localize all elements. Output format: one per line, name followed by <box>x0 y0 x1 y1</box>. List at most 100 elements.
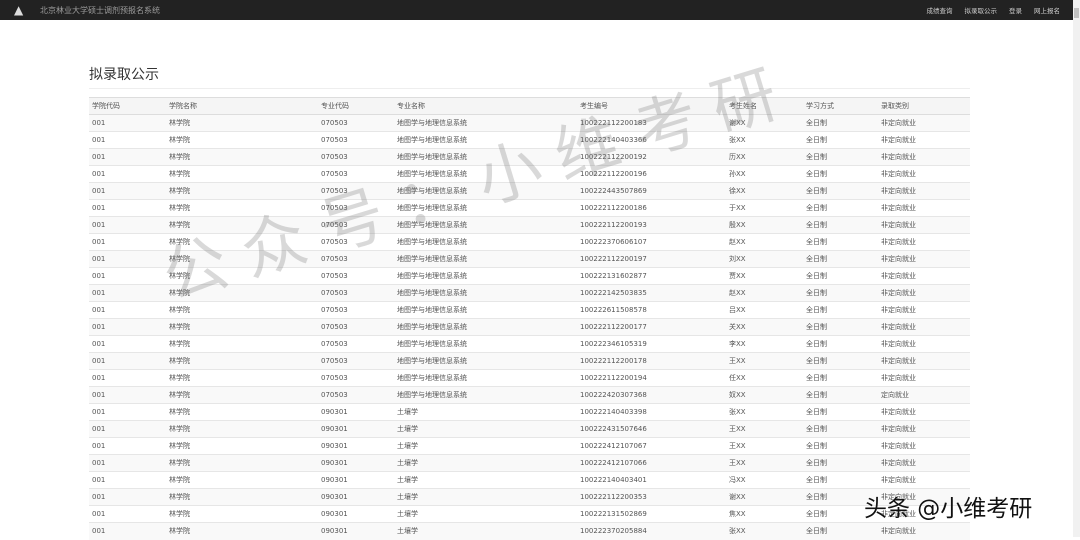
cell-college-name: 林学院 <box>166 182 318 200</box>
nav-score-query[interactable]: 成绩查询 <box>927 5 953 15</box>
cell-college-name: 林学院 <box>166 318 318 336</box>
cell-major-code: 090301 <box>318 488 394 506</box>
cell-study-mode: 全日制 <box>803 114 878 132</box>
cell-college-name: 林学院 <box>166 471 318 489</box>
cell-college-name: 林学院 <box>166 199 318 217</box>
nav-online-registration[interactable]: 网上报名 <box>1034 5 1060 15</box>
cell-admission-type: 非定向就业 <box>878 471 970 489</box>
cell-college-code: 001 <box>89 505 166 523</box>
table-row: 001 林学院 070503 地图学与地理信息系统 100222112200178 王XX… <box>89 352 970 370</box>
cell-college-name: 林学院 <box>166 335 318 353</box>
cell-study-mode: 全日制 <box>803 148 878 166</box>
cell-college-name: 林学院 <box>166 454 318 472</box>
cell-study-mode: 全日制 <box>803 403 878 421</box>
cell-candidate-id: 100222131502869 <box>577 505 726 523</box>
scrollbar[interactable] <box>1073 0 1080 537</box>
cell-college-code: 001 <box>89 131 166 149</box>
table-row: 001 林学院 070503 地图学与地理信息系统 100222112200192 历XX… <box>89 148 970 166</box>
cell-college-name: 林学院 <box>166 301 318 319</box>
header-college-code: 学院代码 <box>89 97 166 115</box>
nav-login[interactable]: 登录 <box>1009 5 1022 15</box>
cell-college-code: 001 <box>89 403 166 421</box>
table-row: 001 林学院 090301 土壤学 100222431507646 王XX 全日制 非定向就… <box>89 420 970 438</box>
cell-major-code: 070503 <box>318 335 394 353</box>
cell-study-mode: 全日制 <box>803 335 878 353</box>
cell-candidate-id: 100222412107067 <box>577 437 726 455</box>
university-logo-icon[interactable]: ▲ <box>14 3 30 17</box>
cell-candidate-name: 孙XX <box>726 165 803 183</box>
cell-candidate-id: 100222140403401 <box>577 471 726 489</box>
cell-candidate-name: 任XX <box>726 369 803 387</box>
cell-college-code: 001 <box>89 165 166 183</box>
cell-college-name: 林学院 <box>166 114 318 132</box>
header-admission-type: 录取类别 <box>878 97 970 115</box>
table-row: 001 林学院 090301 土壤学 100222412107066 王XX 全日制 非定向就… <box>89 454 970 472</box>
table-row: 001 林学院 090301 土壤学 100222412107067 王XX 全日制 非定向就… <box>89 437 970 455</box>
cell-college-code: 001 <box>89 301 166 319</box>
cell-major-name: 地图学与地理信息系统 <box>394 318 577 336</box>
cell-admission-type: 非定向就业 <box>878 267 970 285</box>
table-row: 001 林学院 070503 地图学与地理信息系统 100222112200194 任XX… <box>89 369 970 387</box>
cell-study-mode: 全日制 <box>803 420 878 438</box>
cell-candidate-id: 100222112200196 <box>577 165 726 183</box>
cell-college-name: 林学院 <box>166 386 318 404</box>
cell-candidate-id: 100222112200194 <box>577 369 726 387</box>
cell-admission-type: 非定向就业 <box>878 114 970 132</box>
cell-study-mode: 全日制 <box>803 369 878 387</box>
cell-candidate-name: 贾XX <box>726 267 803 285</box>
cell-college-name: 林学院 <box>166 369 318 387</box>
header-major-name: 专业名称 <box>394 97 577 115</box>
cell-admission-type: 定向就业 <box>878 386 970 404</box>
cell-candidate-name: 王XX <box>726 454 803 472</box>
table-row: 001 林学院 070503 地图学与地理信息系统 100222346105319 李XX… <box>89 335 970 353</box>
cell-major-code: 070503 <box>318 233 394 251</box>
cell-candidate-id: 100222346105319 <box>577 335 726 353</box>
cell-candidate-id: 100222370606107 <box>577 233 726 251</box>
brand-title[interactable]: 北京林业大学硕士调剂预报名系统 <box>40 5 160 16</box>
cell-candidate-name: 冯XX <box>726 471 803 489</box>
cell-candidate-name: 徐XX <box>726 182 803 200</box>
table-row: 001 林学院 090301 土壤学 100222112200353 谢XX 全日制 非定向就… <box>89 488 970 506</box>
cell-candidate-id: 100222140403398 <box>577 403 726 421</box>
nav-admission-notice[interactable]: 拟录取公示 <box>965 5 998 15</box>
cell-study-mode: 全日制 <box>803 267 878 285</box>
cell-study-mode: 全日制 <box>803 386 878 404</box>
header-candidate-name: 考生姓名 <box>726 97 803 115</box>
cell-college-code: 001 <box>89 369 166 387</box>
table-row: 001 林学院 070503 地图学与地理信息系统 100222112200186 于XX… <box>89 199 970 217</box>
table-row: 001 林学院 090301 土壤学 100222131502869 焦XX 全日制 非定向就… <box>89 505 970 523</box>
cell-study-mode: 全日制 <box>803 488 878 506</box>
cell-major-name: 地图学与地理信息系统 <box>394 369 577 387</box>
cell-college-code: 001 <box>89 386 166 404</box>
cell-admission-type: 非定向就业 <box>878 131 970 149</box>
cell-admission-type: 非定向就业 <box>878 335 970 353</box>
cell-candidate-name: 奴XX <box>726 386 803 404</box>
cell-candidate-name: 关XX <box>726 318 803 336</box>
cell-college-name: 林学院 <box>166 165 318 183</box>
cell-major-name: 地图学与地理信息系统 <box>394 182 577 200</box>
cell-major-code: 070503 <box>318 199 394 217</box>
table-row: 001 林学院 070503 地图学与地理信息系统 100222112200183 谢XX… <box>89 114 970 132</box>
cell-admission-type: 非定向就业 <box>878 420 970 438</box>
cell-major-code: 070503 <box>318 182 394 200</box>
cell-candidate-id: 100222443507869 <box>577 182 726 200</box>
cell-major-code: 070503 <box>318 369 394 387</box>
cell-major-code: 090301 <box>318 437 394 455</box>
cell-college-code: 001 <box>89 335 166 353</box>
cell-candidate-name: 张XX <box>726 131 803 149</box>
cell-major-code: 070503 <box>318 318 394 336</box>
table-row: 001 林学院 090301 土壤学 100222140403401 冯XX 全日制 非定向就… <box>89 471 970 489</box>
cell-candidate-id: 100222140403366 <box>577 131 726 149</box>
cell-major-name: 地图学与地理信息系统 <box>394 301 577 319</box>
cell-college-code: 001 <box>89 114 166 132</box>
cell-major-name: 土壤学 <box>394 488 577 506</box>
scrollbar-thumb[interactable] <box>1074 8 1079 18</box>
cell-admission-type: 非定向就业 <box>878 301 970 319</box>
cell-study-mode: 全日制 <box>803 352 878 370</box>
cell-major-name: 土壤学 <box>394 403 577 421</box>
cell-study-mode: 全日制 <box>803 250 878 268</box>
cell-major-code: 070503 <box>318 284 394 302</box>
cell-study-mode: 全日制 <box>803 318 878 336</box>
cell-major-name: 地图学与地理信息系统 <box>394 233 577 251</box>
cell-major-code: 090301 <box>318 403 394 421</box>
